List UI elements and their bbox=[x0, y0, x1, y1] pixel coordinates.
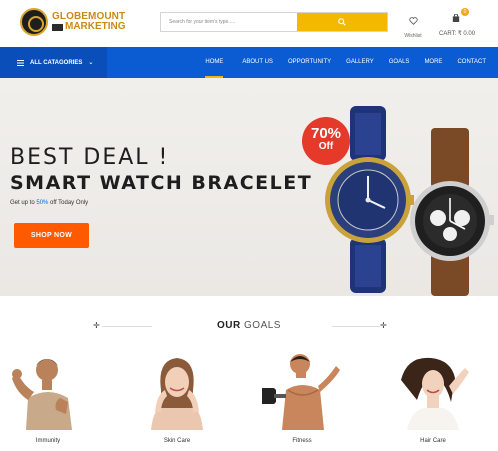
hero-subtitle-prefix: Get up to bbox=[10, 200, 37, 206]
goals-header: ✛ OUR GOALS ✛ bbox=[0, 318, 498, 334]
discount-badge: 70% Off bbox=[302, 117, 350, 165]
hero-subtitle: Get up to 50% off Today Only bbox=[10, 200, 88, 206]
search-bar bbox=[160, 12, 388, 32]
crosshair-icon: ✛ bbox=[380, 321, 387, 330]
wishlist-label: Wishlist bbox=[404, 33, 422, 39]
goal-label-skin-care: Skin Care bbox=[163, 438, 191, 444]
cart-count-badge: 0 bbox=[461, 8, 469, 16]
divider-right bbox=[332, 326, 380, 327]
hero-subtitle-highlight: 50% bbox=[36, 200, 49, 206]
goal-card-hair-care[interactable]: Hair Care bbox=[393, 350, 473, 451]
shop-now-button[interactable]: SHOP NOW bbox=[14, 223, 89, 248]
menu-icon bbox=[17, 59, 24, 66]
search-input[interactable] bbox=[161, 13, 297, 31]
nav-item-goals[interactable]: GOALS bbox=[389, 47, 410, 78]
bag-icon bbox=[452, 13, 460, 22]
wishlist-link[interactable]: Wishlist bbox=[401, 12, 425, 39]
logo-line2: MARKETING bbox=[65, 21, 126, 32]
brown-watch bbox=[410, 128, 494, 296]
hero-subtitle-suffix: off Today Only bbox=[48, 200, 89, 206]
hero-title-line2: SMART WATCH BRACELET bbox=[10, 172, 313, 194]
search-button[interactable] bbox=[297, 13, 387, 31]
nav-item-contact[interactable]: CONTACT bbox=[457, 47, 486, 78]
cart-total: CART: ₹ 0.00 bbox=[439, 31, 476, 37]
nav-menu: HOME ABOUT US OPPORTUNITY GALLERY GOALS … bbox=[205, 47, 486, 78]
logo-text: GLOBEMOUNT MARKETING bbox=[52, 12, 126, 32]
goal-card-skin-care[interactable]: Skin Care bbox=[137, 350, 217, 451]
hero-title-line1: BEST DEAL ! bbox=[10, 145, 170, 170]
goal-label-hair-care: Hair Care bbox=[420, 438, 446, 444]
hair-care-image bbox=[401, 357, 469, 430]
cart-link[interactable]: 0 CART: ₹ 0.00 bbox=[439, 8, 479, 37]
all-categories-label: ALL CATAGORIES bbox=[30, 59, 83, 66]
search-icon bbox=[338, 18, 346, 26]
site-header: GLOBEMOUNT MARKETING Wishlist bbox=[0, 0, 498, 47]
logo-line2-wrap: MARKETING bbox=[52, 22, 126, 32]
nav-item-about-us[interactable]: ABOUT US bbox=[242, 47, 273, 78]
goals-title-bold: OUR bbox=[217, 320, 241, 331]
cart-icon-wrap: 0 bbox=[452, 8, 469, 27]
nav-item-home[interactable]: HOME bbox=[205, 47, 224, 78]
all-categories-button[interactable]: ALL CATAGORIES ⌄ bbox=[0, 47, 107, 78]
goal-card-fitness[interactable]: Fitness bbox=[262, 350, 342, 451]
goal-label-immunity: Immunity bbox=[35, 438, 61, 444]
nav-item-opportunity[interactable]: OPPORTUNITY bbox=[288, 47, 331, 78]
hero-banner: BEST DEAL ! SMART WATCH BRACELET Get up … bbox=[0, 78, 498, 296]
main-nav: ALL CATAGORIES ⌄ HOME ABOUT US OPPORTUNI… bbox=[0, 47, 498, 78]
nav-item-gallery[interactable]: GALLERY bbox=[346, 47, 374, 78]
nav-item-more[interactable]: MORE bbox=[424, 47, 442, 78]
discount-off-label: Off bbox=[318, 141, 334, 152]
page: GLOBEMOUNT MARKETING Wishlist bbox=[0, 0, 498, 451]
goals-title-light: GOALS bbox=[244, 320, 281, 331]
logo-emblem bbox=[20, 8, 48, 36]
immunity-image bbox=[12, 359, 72, 430]
watches-image bbox=[325, 106, 494, 296]
skin-care-image bbox=[151, 358, 203, 430]
logo-bar bbox=[52, 23, 63, 31]
discount-percent: 70% bbox=[310, 125, 342, 142]
chevron-down-icon: ⌄ bbox=[88, 60, 94, 66]
goal-card-immunity[interactable]: Immunity bbox=[8, 350, 88, 451]
heart-icon bbox=[408, 17, 418, 25]
site-logo[interactable]: GLOBEMOUNT MARKETING bbox=[20, 8, 126, 36]
fitness-image bbox=[262, 354, 340, 430]
goal-label-fitness: Fitness bbox=[292, 438, 312, 444]
goals-title: OUR GOALS bbox=[0, 320, 498, 331]
